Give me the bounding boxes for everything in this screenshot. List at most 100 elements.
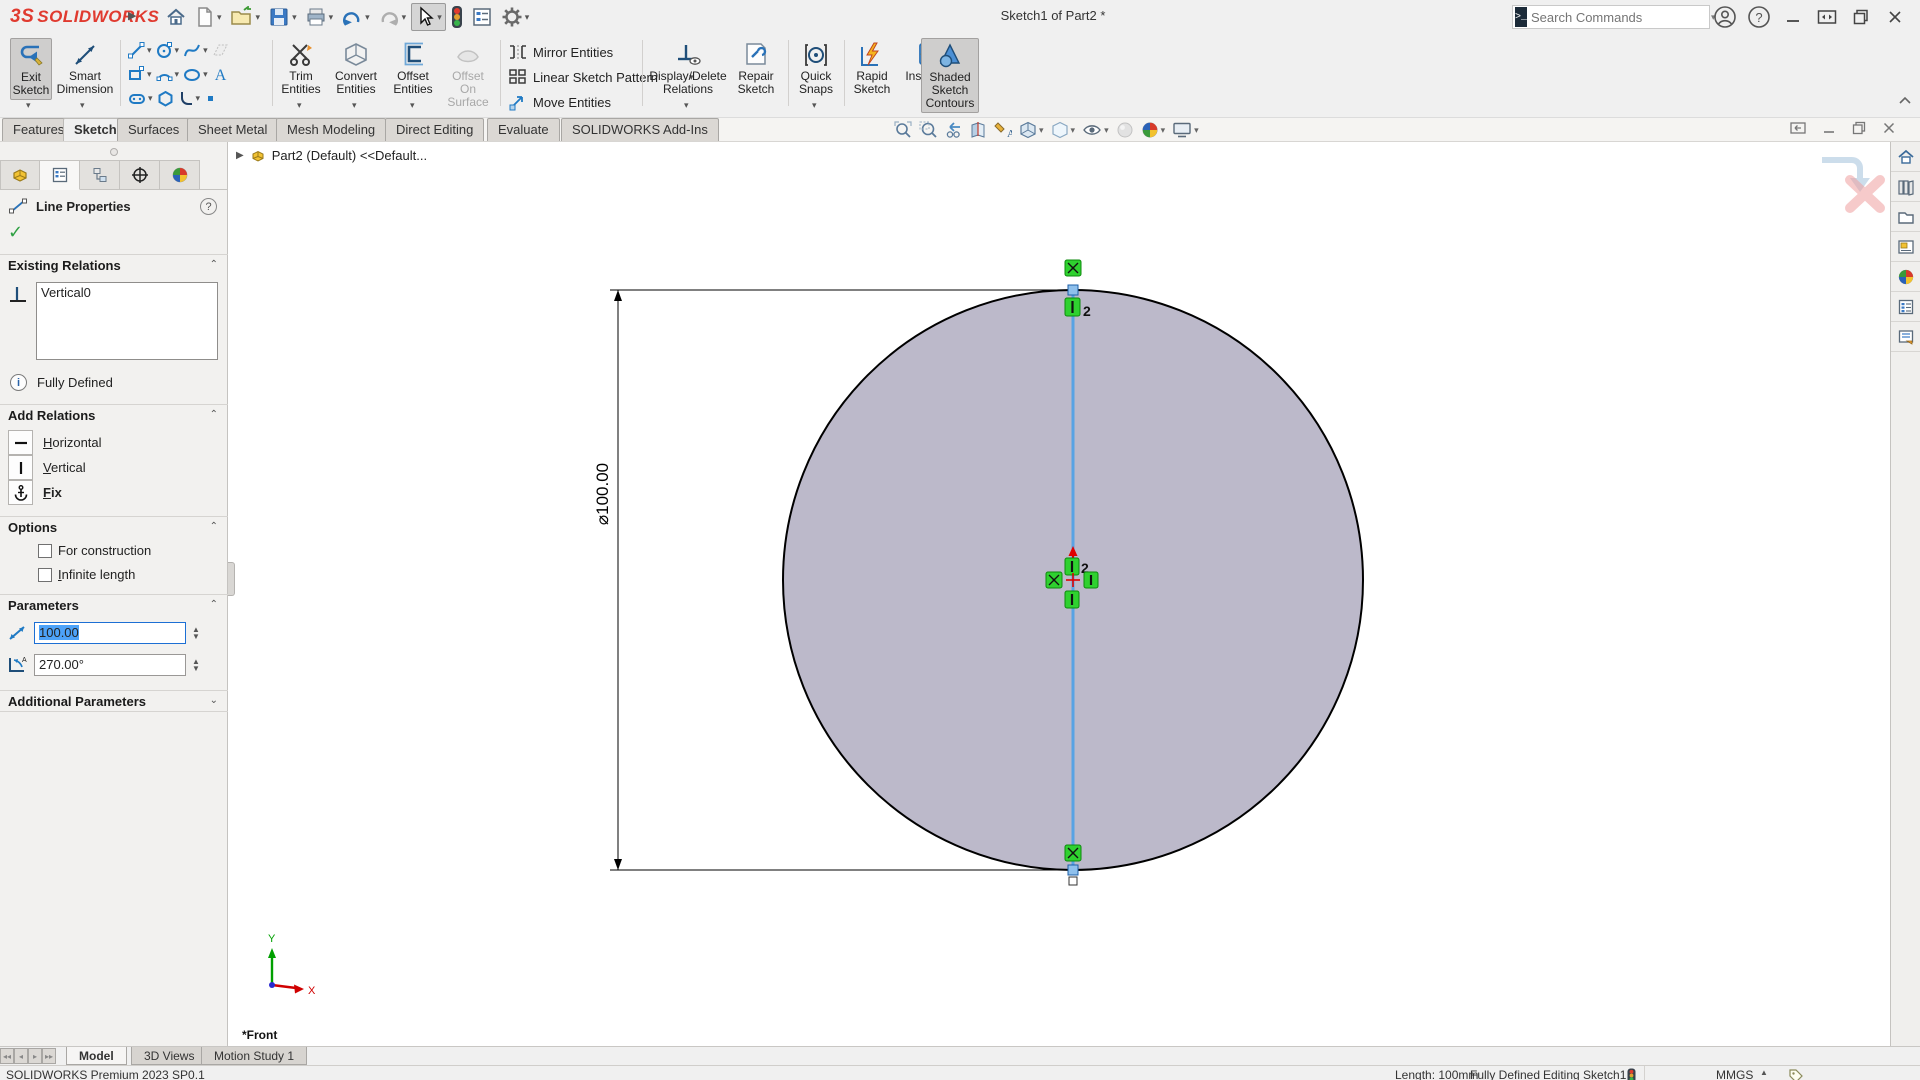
search-input[interactable] <box>1531 10 1707 25</box>
units-selector[interactable]: MMGS <box>1716 1068 1753 1080</box>
dropdown-caret-icon[interactable]: ▾ <box>147 45 152 56</box>
spin-down-icon[interactable]: ▼ <box>192 633 200 640</box>
dropdown-caret-icon[interactable]: ▾ <box>525 12 530 23</box>
existing-relations-header[interactable]: Existing Relations⌃ <box>0 254 228 276</box>
offset-caret-icon[interactable]: ▾ <box>410 100 415 111</box>
scroll-prev-tab-button[interactable]: ◂ <box>14 1048 28 1064</box>
dropdown-caret-icon[interactable]: ▾ <box>292 12 297 23</box>
bottom-coincident-badge[interactable] <box>1065 845 1081 861</box>
smart-dimension-button[interactable]: Smart Dimension <box>56 38 114 98</box>
restore-button[interactable] <box>1848 4 1874 30</box>
view-settings-button[interactable]: ▾ <box>1172 121 1199 139</box>
tab-evaluate[interactable]: Evaluate <box>487 118 560 141</box>
collapse-caret-icon[interactable]: ⌃ <box>210 409 218 420</box>
shaded-sketch-contours-button[interactable]: Shaded Sketch Contours <box>921 38 979 113</box>
center-intersection-badge[interactable] <box>1046 572 1062 588</box>
file-explorer-button[interactable] <box>1891 202 1920 232</box>
mirror-entities-button[interactable]: Mirror Entities <box>508 43 613 61</box>
display-delete-relations-button[interactable]: Display/Delete Relations <box>648 38 728 98</box>
length-spinner[interactable]: ▲▼ <box>192 626 200 640</box>
options-header[interactable]: Options⌃ <box>0 516 228 538</box>
property-manager-tab[interactable] <box>40 160 80 190</box>
view-orientation-button[interactable]: ▾ <box>1019 121 1044 139</box>
for-construction-checkbox[interactable] <box>38 544 52 558</box>
dropdown-caret-icon[interactable]: ▾ <box>402 12 407 23</box>
dropdown-caret-icon[interactable]: ▾ <box>203 69 208 80</box>
tags-icon[interactable] <box>1788 1068 1804 1080</box>
point-tool-button[interactable] <box>202 90 219 107</box>
line-endpoint-handle-top[interactable] <box>1068 285 1078 295</box>
previous-view-button[interactable] <box>944 121 962 139</box>
login-account-icon[interactable] <box>1712 4 1738 30</box>
panel-help-button[interactable]: ? <box>200 198 217 215</box>
top-coincident-badge[interactable] <box>1065 260 1081 276</box>
dimxpert-manager-tab[interactable] <box>120 160 160 190</box>
dropdown-caret-icon[interactable]: ▾ <box>1161 125 1166 136</box>
expand-caret-icon[interactable]: ⌄ <box>210 695 218 706</box>
select-tool-button[interactable]: ▾ <box>411 3 446 31</box>
sketch-text-tool-button[interactable]: A <box>210 64 231 85</box>
edit-appearance-button[interactable] <box>1116 121 1134 139</box>
dropdown-caret-icon[interactable]: ▾ <box>175 45 180 56</box>
menu-flyout-arrow-icon[interactable]: ▶ <box>128 9 136 22</box>
collapse-caret-icon[interactable]: ⌃ <box>210 599 218 610</box>
ribbon-collapse-chevron-icon[interactable] <box>1898 96 1912 106</box>
display-delete-caret-icon[interactable]: ▾ <box>684 100 689 111</box>
dropdown-caret-icon[interactable]: ▾ <box>1104 125 1109 136</box>
additional-parameters-header[interactable]: Additional Parameters⌄ <box>0 690 228 712</box>
spin-down-icon[interactable]: ▼ <box>192 665 200 672</box>
line-endpoint-handle-bottom[interactable] <box>1068 865 1078 875</box>
trim-caret-icon[interactable]: ▾ <box>297 100 302 111</box>
sketch-plane-tool-button[interactable] <box>210 40 231 61</box>
tab-surfaces[interactable]: Surfaces <box>117 118 190 141</box>
undo-button[interactable]: ▾ <box>338 3 373 31</box>
custom-properties-button[interactable] <box>1891 292 1920 322</box>
dropdown-caret-icon[interactable]: ▾ <box>1194 125 1199 136</box>
restore-document-icon[interactable] <box>1852 121 1866 135</box>
length-input[interactable]: 100.00 <box>34 622 186 644</box>
dropdown-caret-icon[interactable]: ▾ <box>203 45 208 56</box>
add-relation-vertical[interactable]: Vertical <box>8 455 86 480</box>
add-relation-horizontal[interactable]: Horizontal <box>8 430 102 455</box>
polygon-tool-button[interactable] <box>155 88 176 109</box>
dimension-text[interactable]: ⌀100.00 <box>593 463 612 525</box>
file-properties-button[interactable] <box>468 3 496 31</box>
rectangle-tool-button[interactable]: ▾ <box>126 64 153 85</box>
offset-on-surface-button[interactable]: Offset On Surface <box>442 38 494 111</box>
help-icon[interactable]: ? <box>1746 4 1772 30</box>
graphics-area[interactable]: ▶ Part2 (Default) <<Default... ⌀100.00 <box>228 142 1890 1046</box>
top-vertical-badge[interactable] <box>1065 298 1080 316</box>
collapse-caret-icon[interactable]: ⌃ <box>210 259 218 270</box>
angle-input[interactable]: 270.00° <box>34 654 186 676</box>
configuration-manager-tab[interactable] <box>80 160 120 190</box>
hide-show-items-button[interactable]: ▾ <box>1082 121 1109 139</box>
panel-splitter-handle[interactable] <box>228 562 235 596</box>
quick-snaps-button[interactable]: Quick Snaps <box>794 38 838 98</box>
tab-sheet-metal[interactable]: Sheet Metal <box>187 118 278 141</box>
zoom-to-area-button[interactable] <box>919 121 937 139</box>
dimension-attach-handle[interactable] <box>1069 877 1077 885</box>
center-right-vertical-badge[interactable] <box>1084 572 1098 588</box>
rebuild-button[interactable] <box>448 3 466 31</box>
tab-direct-editing[interactable]: Direct Editing <box>385 118 484 141</box>
display-manager-tab[interactable] <box>160 160 200 190</box>
view-palette-button[interactable] <box>1891 232 1920 262</box>
panel-ok-button[interactable]: ✓ <box>8 222 23 243</box>
convert-entities-button[interactable]: Convert Entities <box>330 38 382 98</box>
close-document-icon[interactable] <box>1882 121 1896 135</box>
slot-tool-button[interactable]: ▾ <box>126 88 154 109</box>
scroll-last-tab-button[interactable]: ▸▸ <box>42 1048 56 1064</box>
new-document-button[interactable]: ▾ <box>192 3 225 31</box>
add-relations-header[interactable]: Add Relations⌃ <box>0 404 228 426</box>
dropdown-caret-icon[interactable]: ▾ <box>329 12 334 23</box>
quick-snaps-caret-icon[interactable]: ▾ <box>812 100 817 111</box>
offset-entities-button[interactable]: Offset Entities <box>388 38 438 98</box>
dropdown-caret-icon[interactable]: ▾ <box>1071 125 1076 136</box>
save-button[interactable]: ▾ <box>265 3 300 31</box>
smart-dimension-caret-icon[interactable]: ▾ <box>80 100 85 111</box>
search-commands-box[interactable]: >_ ▾ <box>1512 5 1710 29</box>
options-button[interactable]: ▾ <box>498 3 533 31</box>
dropdown-caret-icon[interactable]: ▾ <box>175 69 180 80</box>
repair-sketch-button[interactable]: Repair Sketch <box>732 38 780 98</box>
scroll-next-tab-button[interactable]: ▸ <box>28 1048 42 1064</box>
